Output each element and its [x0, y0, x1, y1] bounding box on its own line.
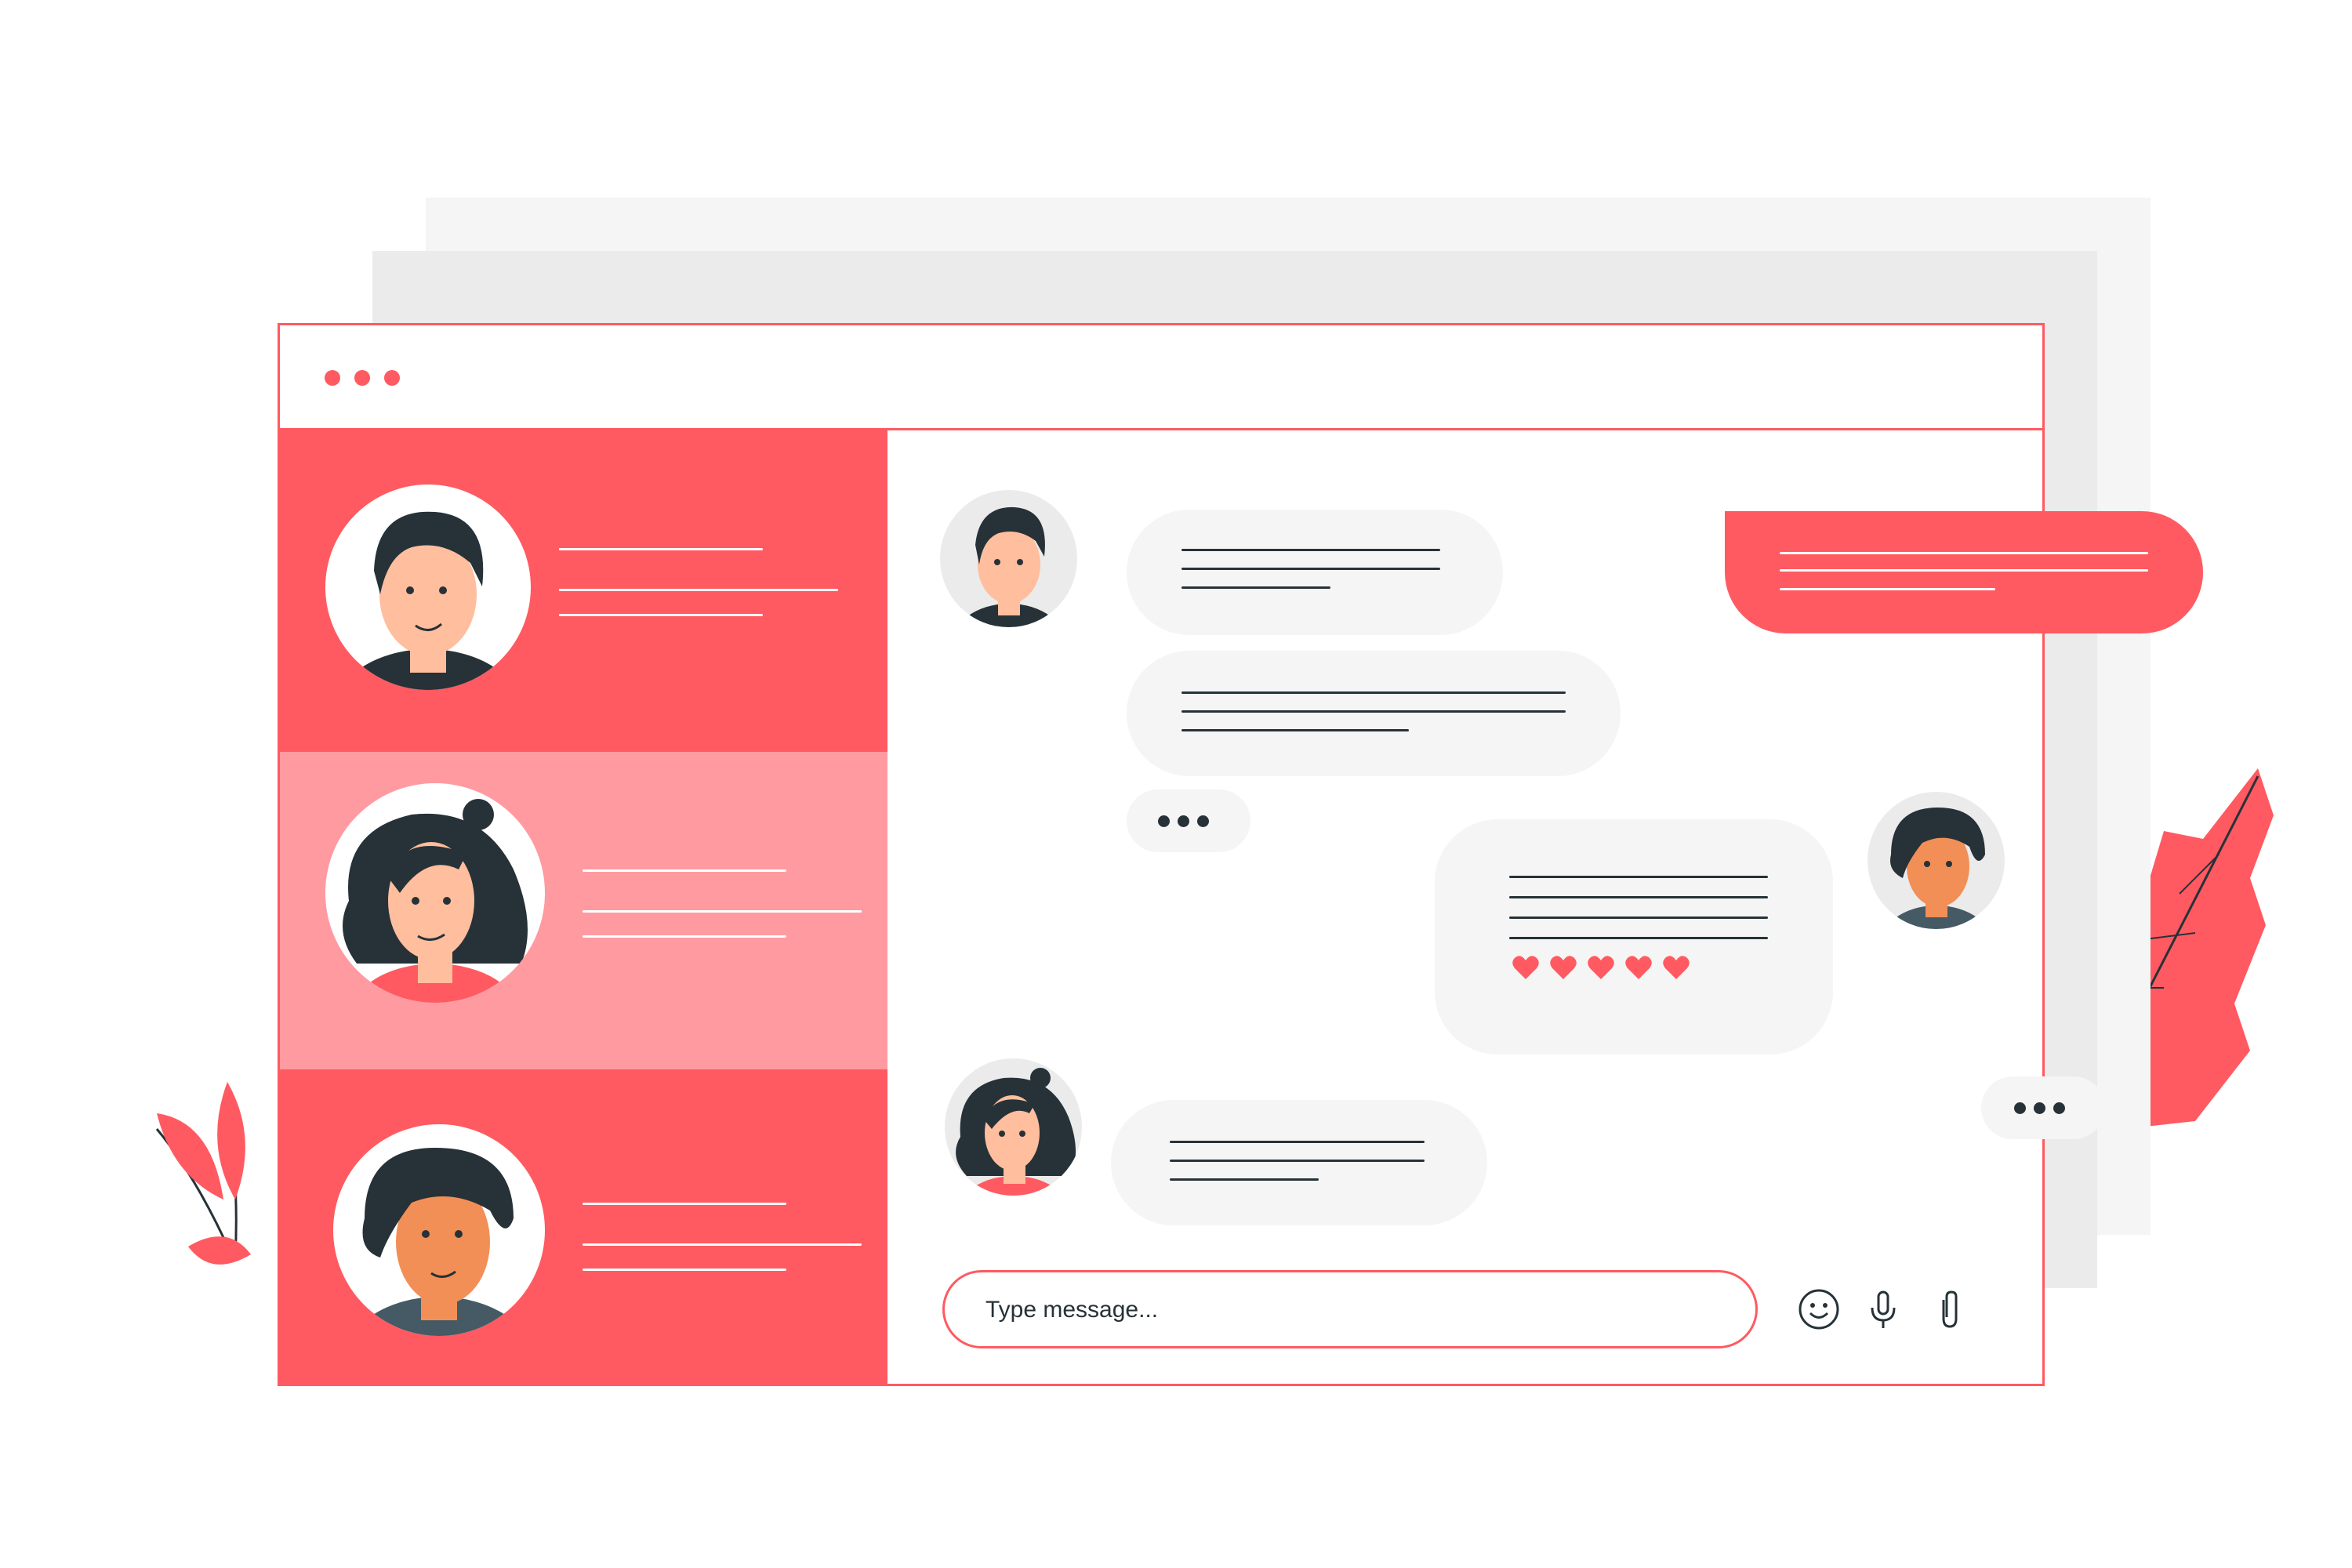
message-bubble-received [1127, 510, 1503, 635]
sender-avatar-man [940, 490, 1077, 627]
message-bubble-received [1111, 1100, 1487, 1225]
attachment-icon[interactable] [1925, 1286, 1972, 1333]
typing-indicator [1981, 1076, 2105, 1139]
message-bubble-sent [1725, 511, 2203, 633]
window-titlebar [280, 325, 2042, 430]
leaf-decoration-left [155, 1082, 251, 1265]
man-short-hair-avatar [325, 485, 531, 690]
heart-icon [1625, 956, 1652, 979]
message-composer [942, 1270, 1758, 1348]
woman-curly-hair-avatar [325, 783, 545, 1003]
window-control-dot[interactable] [354, 370, 370, 386]
emoji-icon[interactable] [1795, 1286, 1842, 1333]
microphone-icon[interactable] [1860, 1286, 1907, 1333]
sender-avatar-man-wavy [1867, 792, 2005, 929]
contact-item[interactable] [280, 1069, 887, 1386]
heart-icon [1588, 956, 1614, 979]
message-bubble-with-reactions [1435, 819, 1833, 1054]
window-control-dot[interactable] [384, 370, 400, 386]
hearts-reaction[interactable] [1512, 954, 1715, 985]
window-control-dot[interactable] [325, 370, 340, 386]
heart-icon [1663, 956, 1690, 979]
message-input[interactable] [984, 1290, 1693, 1330]
heart-icon [1550, 956, 1577, 979]
contact-item[interactable] [280, 430, 887, 752]
heart-icon [1512, 956, 1539, 979]
typing-indicator [1127, 789, 1250, 852]
chat-window [278, 323, 2105, 1386]
message-bubble-received [1127, 651, 1621, 776]
sender-avatar-woman [945, 1058, 1082, 1196]
contacts-sidebar [280, 430, 887, 1386]
man-wavy-hair-avatar [333, 1124, 545, 1336]
contact-item-selected[interactable] [280, 752, 887, 1069]
